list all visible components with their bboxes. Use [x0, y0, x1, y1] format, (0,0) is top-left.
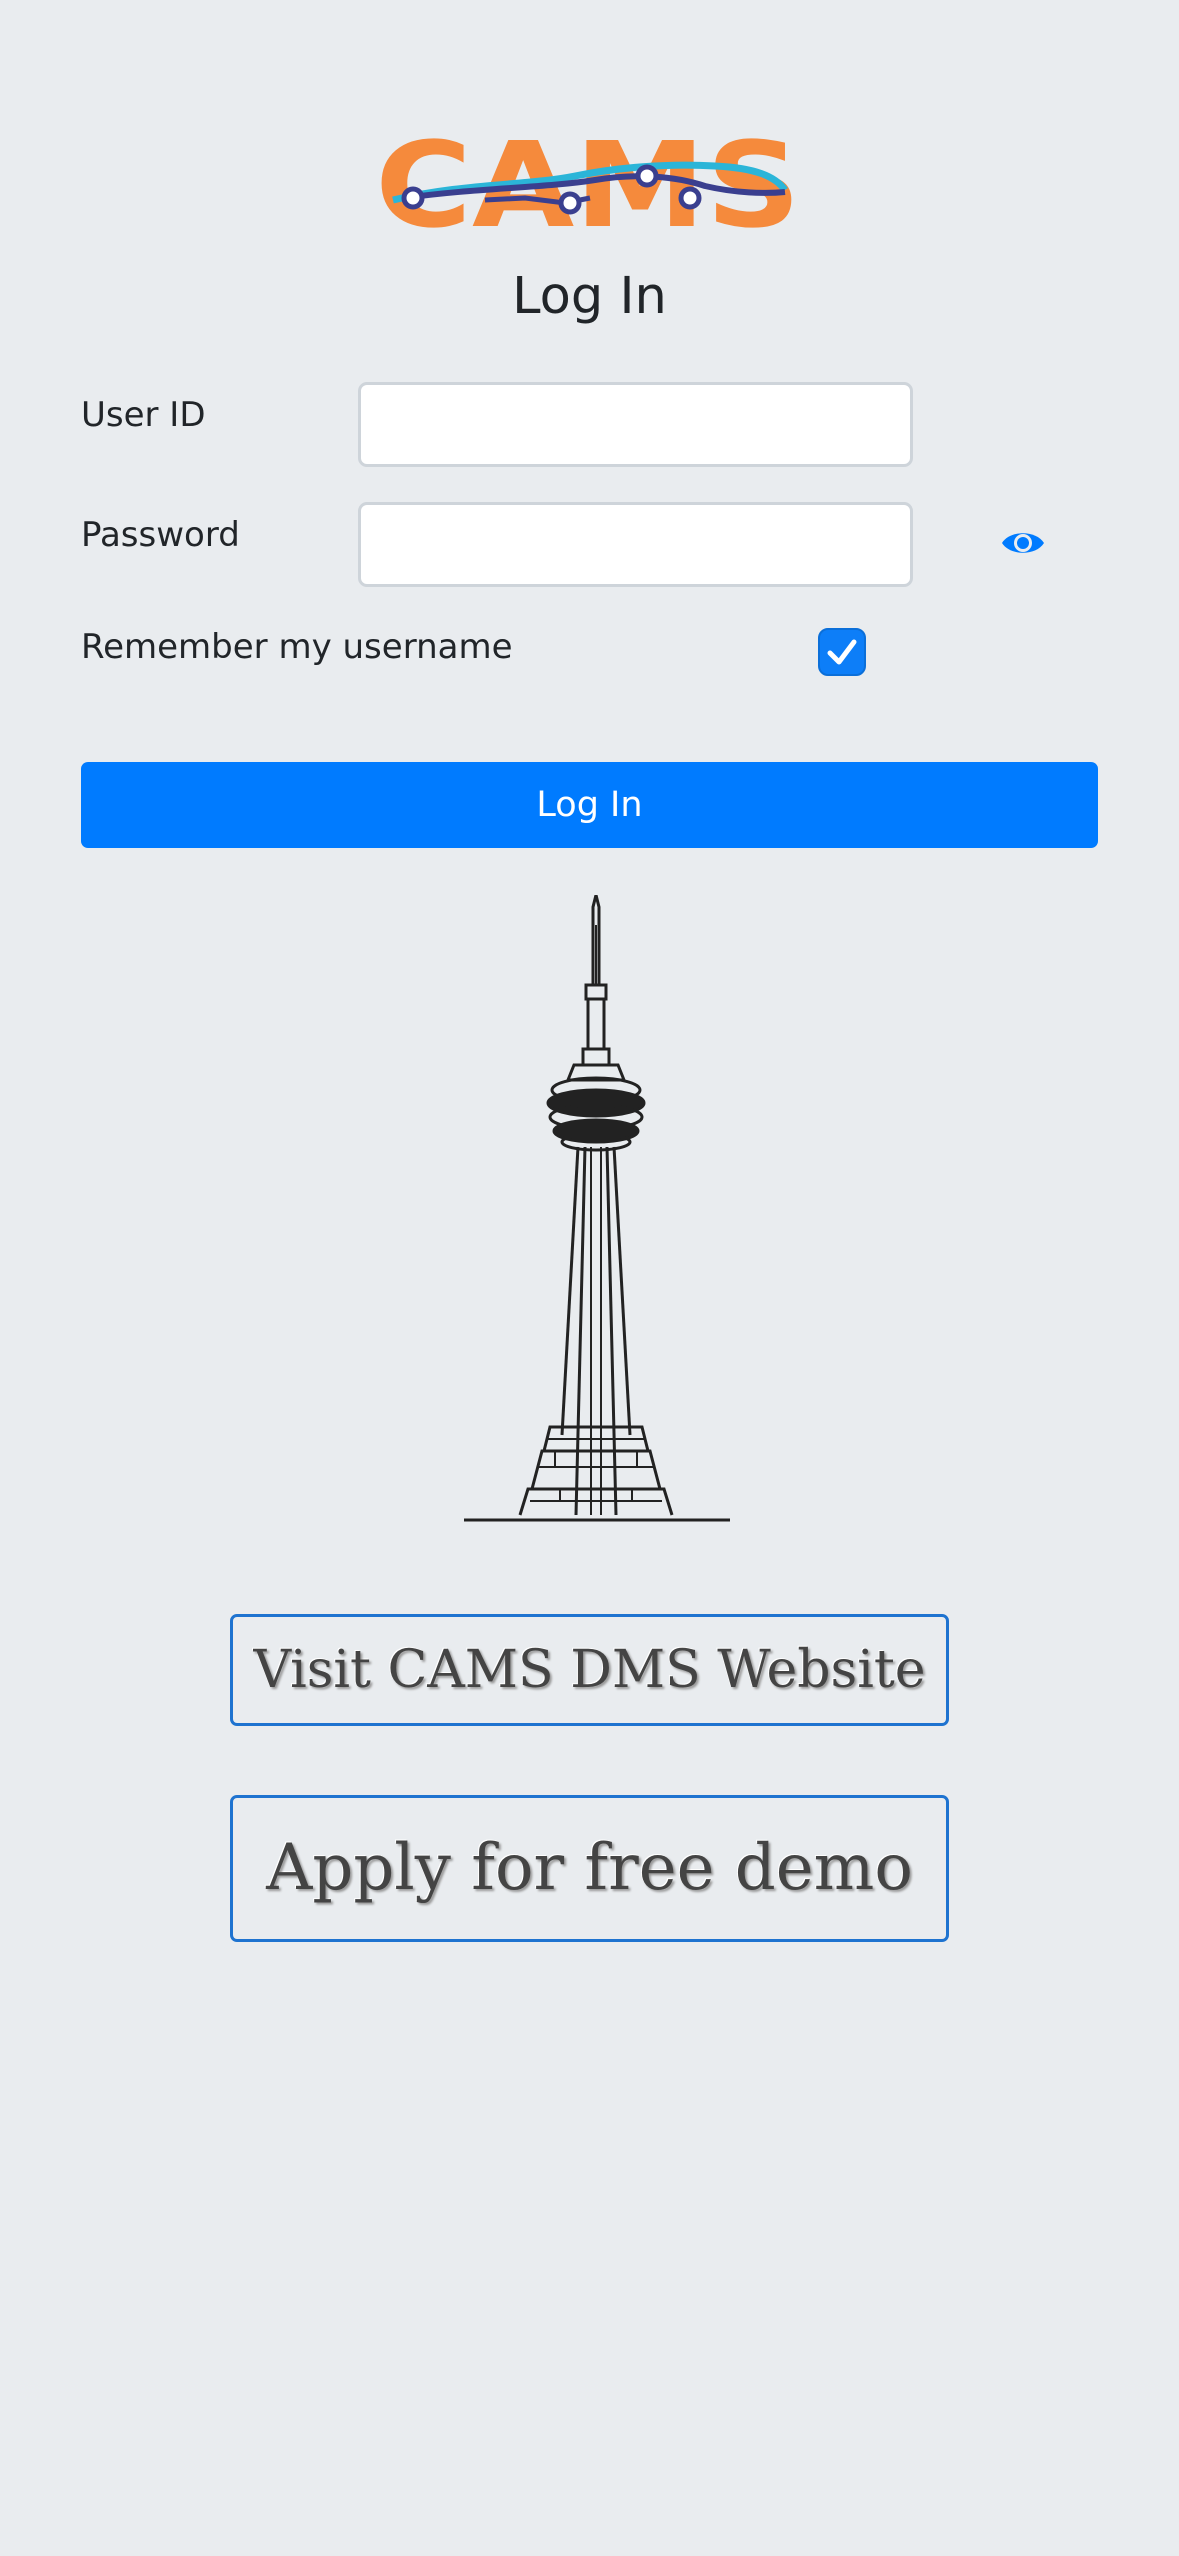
visit-website-button[interactable]: Visit CAMS DMS Website	[230, 1614, 949, 1726]
login-page: CAMS Log In User ID Password Remember my…	[0, 0, 1179, 2556]
password-label: Password	[81, 515, 240, 555]
checkmark-icon	[827, 639, 857, 665]
eye-icon[interactable]	[1000, 524, 1046, 562]
user-id-input[interactable]	[358, 382, 913, 467]
cn-tower-illustration	[464, 895, 730, 1522]
page-title: Log In	[512, 267, 667, 326]
password-input[interactable]	[358, 502, 913, 587]
cams-logo: CAMS	[375, 128, 801, 230]
remember-username-checkbox[interactable]	[818, 628, 866, 676]
login-button[interactable]: Log In	[81, 762, 1098, 848]
remember-username-label: Remember my username	[81, 627, 513, 667]
free-demo-button[interactable]: Apply for free demo	[230, 1795, 949, 1942]
user-id-label: User ID	[81, 395, 206, 435]
